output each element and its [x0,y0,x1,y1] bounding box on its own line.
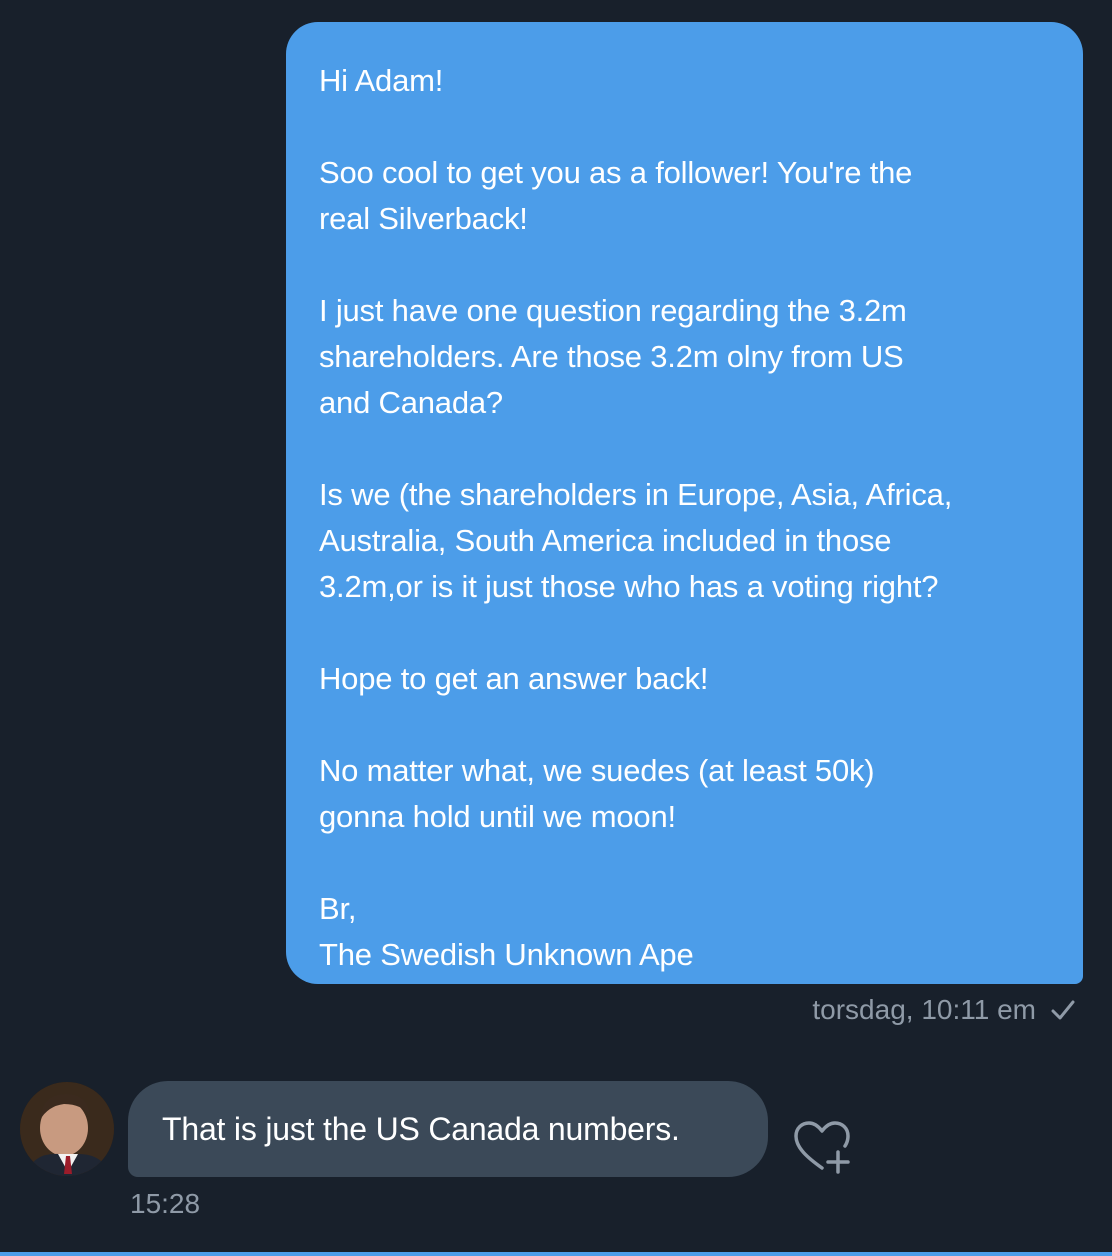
message-paragraph: No matter what, we suedes (at least 50k)… [319,753,875,834]
message-paragraph: Hope to get an answer back! [319,661,709,696]
received-message-bubble[interactable]: That is just the US Canada numbers. [128,1081,768,1177]
heart-add-icon[interactable] [790,1116,854,1176]
bottom-divider [0,1252,1112,1256]
sent-message-bubble[interactable]: Hi Adam! Soo cool to get you as a follow… [286,22,1083,984]
check-icon [1051,1000,1075,1020]
message-paragraph: I just have one question regarding the 3… [319,293,907,420]
received-timestamp: 15:28 [130,1188,201,1219]
message-paragraph: Is we (the shareholders in Europe, Asia,… [319,477,953,604]
message-paragraph: Hi Adam! [319,63,444,98]
avatar[interactable] [20,1082,114,1176]
avatar-image [20,1082,114,1176]
sent-timestamp: torsdag, 10:11 em [812,994,1036,1025]
message-paragraph: Soo cool to get you as a follower! You'r… [319,155,913,236]
received-message-text: That is just the US Canada numbers. [162,1110,680,1147]
sent-message-meta: torsdag, 10:11 em [812,994,1076,1026]
message-paragraph: Br, The Swedish Unknown Ape [319,891,694,972]
